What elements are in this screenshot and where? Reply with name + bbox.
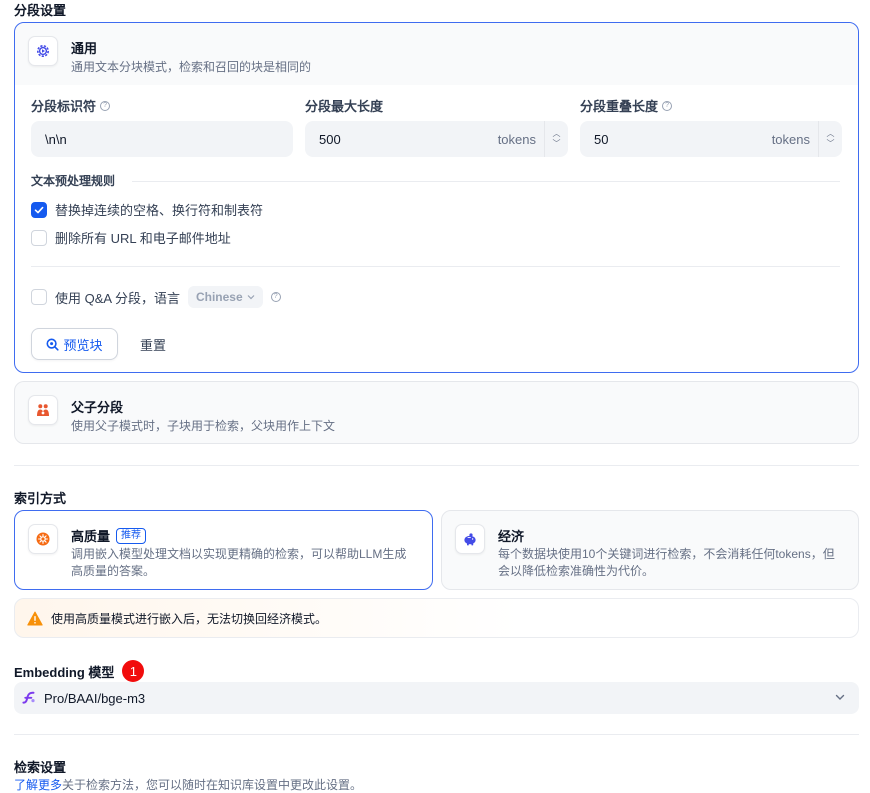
overlap-label-text: 分段重叠长度 xyxy=(580,99,659,114)
help-icon[interactable]: ? xyxy=(662,100,673,111)
economy-title: 经济 xyxy=(498,526,524,545)
search-icon xyxy=(46,337,60,351)
rule-spaces-label: 替换掉连续的空格、换行符和制表符 xyxy=(55,203,264,218)
general-card-header: 通用 通用文本分块模式，检索和召回的块是相同的 xyxy=(15,23,858,85)
index-warning-text: 使用高质量模式进行嵌入后，无法切换回经济模式。 xyxy=(51,611,328,626)
embedding-title-text: Embedding 模型 xyxy=(14,664,115,680)
preview-chunk-label: 预览块 xyxy=(63,337,103,353)
max-length-label: 分段最大长度 xyxy=(305,96,383,115)
high-quality-option[interactable]: 高质量 推荐 调用嵌入模型处理文档以实现更精确的检索，可以帮助LLM生成高质量的… xyxy=(14,510,433,590)
separator-value: \n\n xyxy=(45,131,67,147)
embedding-model-select[interactable]: Pro/BAAI/bge-m3 xyxy=(14,682,859,714)
help-icon[interactable]: ? xyxy=(270,292,281,302)
index-section-title: 索引方式 xyxy=(14,491,67,506)
overlap-label: 分段重叠长度 ? xyxy=(580,96,673,115)
reset-button[interactable]: 重置 xyxy=(128,328,178,360)
high-quality-title: 高质量 推荐 xyxy=(71,526,147,545)
overlap-value: 50 xyxy=(594,131,609,147)
retrieval-desc-text: 关于检索方法，您可以随时在知识库设置中更改此设置。 xyxy=(62,778,363,792)
index-warning: 使用高质量模式进行嵌入后，无法切换回经济模式。 xyxy=(14,598,859,638)
step-number-badge: 1 xyxy=(122,660,145,682)
overlap-input[interactable]: 50 tokens ︿ ﹀ xyxy=(580,121,842,157)
chevron-down-icon[interactable]: ﹀ xyxy=(827,140,835,148)
economy-title-text: 经济 xyxy=(498,529,525,544)
general-card-title: 通用 xyxy=(71,41,98,56)
rule-urls-label: 删除所有 URL 和电子邮件地址 xyxy=(55,231,231,246)
model-provider-icon xyxy=(22,691,35,704)
qa-label: 使用 Q&A 分段，语言 xyxy=(55,290,180,306)
learn-more-link[interactable]: 了解更多 xyxy=(14,778,62,792)
qa-language-select[interactable]: Chinese xyxy=(187,286,263,308)
max-length-input[interactable]: 500 tokens ︿ ﹀ xyxy=(305,121,568,157)
chevron-up-icon[interactable]: ︿ xyxy=(553,130,561,138)
separator-label: 分段标识符 ? xyxy=(31,96,111,115)
section-divider xyxy=(14,734,859,735)
qa-checkbox[interactable] xyxy=(31,289,47,305)
qa-language-value: Chinese xyxy=(195,290,243,304)
parent-child-desc: 使用父子模式时，子块用于检索，父块用作上下文 xyxy=(71,419,336,433)
high-quality-title-text: 高质量 xyxy=(71,529,111,544)
parent-child-title: 父子分段 xyxy=(71,400,124,415)
preprocess-divider xyxy=(132,181,840,182)
chevron-up-icon[interactable]: ︿ xyxy=(827,130,835,138)
people-icon xyxy=(28,395,58,425)
chevron-down-icon[interactable]: ﹀ xyxy=(553,140,561,148)
general-mode-card[interactable]: 通用 通用文本分块模式，检索和召回的块是相同的 xyxy=(14,22,859,373)
high-quality-desc: 调用嵌入模型处理文档以实现更精确的检索，可以帮助LLM生成高质量的答案。 xyxy=(71,547,407,578)
embedding-title: Embedding 模型 1 xyxy=(14,660,145,682)
rule-urls-row[interactable]: 删除所有 URL 和电子邮件地址 xyxy=(31,228,231,247)
max-length-stepper[interactable]: ︿ ﹀ xyxy=(544,121,568,157)
preview-chunk-button[interactable]: 预览块 xyxy=(31,328,118,360)
section-divider xyxy=(14,465,859,466)
preprocess-title: 文本预处理规则 xyxy=(31,174,116,188)
qa-divider xyxy=(31,266,840,267)
general-card-desc: 通用文本分块模式，检索和召回的块是相同的 xyxy=(71,60,312,74)
overlap-unit: tokens xyxy=(771,131,810,147)
retrieval-desc: 了解更多关于检索方法，您可以随时在知识库设置中更改此设置。 xyxy=(14,776,362,793)
embedding-model-value: Pro/BAAI/bge-m3 xyxy=(44,690,146,706)
segment-section-title: 分段设置 xyxy=(14,3,67,18)
rule-spaces-checkbox[interactable] xyxy=(31,201,47,218)
chevron-down-icon xyxy=(247,295,255,300)
qa-row[interactable]: 使用 Q&A 分段，语言 Chinese ? xyxy=(31,286,281,308)
max-length-value: 500 xyxy=(319,131,341,147)
help-icon[interactable]: ? xyxy=(100,100,111,111)
rule-spaces-row[interactable]: 替换掉连续的空格、换行符和制表符 xyxy=(31,200,263,219)
overlap-stepper[interactable]: ︿ ﹀ xyxy=(818,121,842,157)
gear-icon xyxy=(28,36,58,66)
economy-desc: 每个数据块使用10个关键词进行检索，不会消耗任何tokens，但会以降低检索准确… xyxy=(498,547,835,578)
max-length-label-text: 分段最大长度 xyxy=(305,99,384,114)
retrieval-title: 检索设置 xyxy=(14,760,67,775)
parent-child-mode-card[interactable]: 父子分段 使用父子模式时，子块用于检索，父块用作上下文 xyxy=(14,381,859,444)
rule-urls-checkbox[interactable] xyxy=(31,229,47,246)
warning-icon xyxy=(27,611,43,625)
piggy-bank-icon xyxy=(455,524,485,554)
sun-icon xyxy=(28,524,58,554)
separator-label-text: 分段标识符 xyxy=(31,99,97,114)
recommended-badge: 推荐 xyxy=(116,527,147,544)
separator-input[interactable]: \n\n xyxy=(31,121,293,157)
economy-option[interactable]: 经济 每个数据块使用10个关键词进行检索，不会消耗任何tokens，但会以降低检… xyxy=(441,510,859,590)
check-icon xyxy=(34,206,44,213)
max-length-unit: tokens xyxy=(497,131,536,147)
chevron-down-icon xyxy=(835,694,845,700)
